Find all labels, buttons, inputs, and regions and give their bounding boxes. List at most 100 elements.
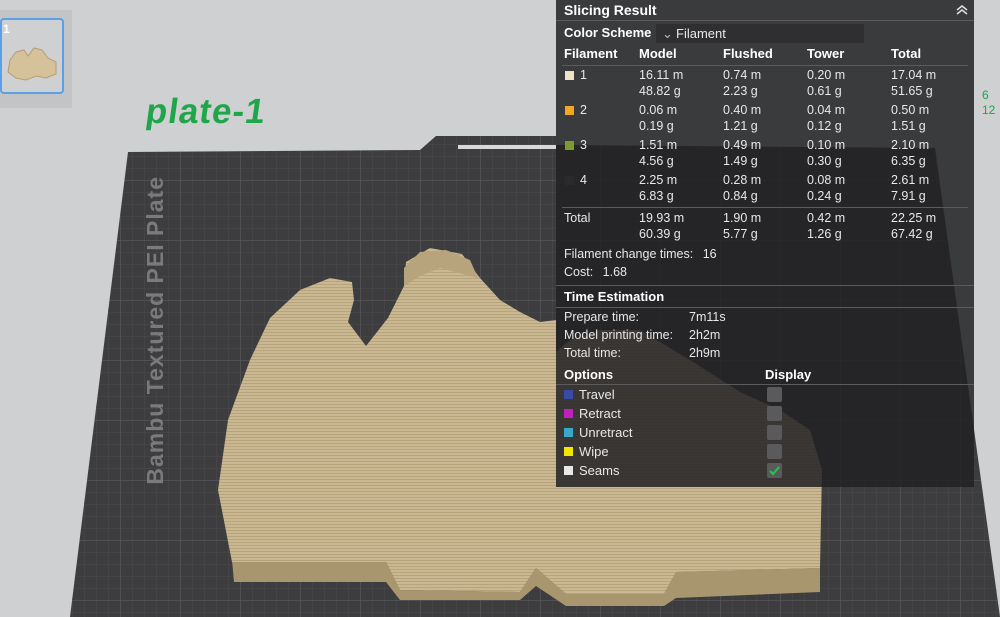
edge-number: 12 [982, 103, 996, 117]
time-label: Prepare time: [564, 310, 640, 324]
model-weight: 60.39 g [639, 227, 681, 241]
filament-1-swatch [565, 71, 574, 80]
color-scheme-label: Color Scheme [564, 25, 652, 40]
model-length: 16.11 m [639, 68, 684, 82]
option-retract: Retract [564, 406, 621, 421]
time-value: 7m11s [689, 310, 726, 324]
header-tower: Tower [807, 46, 845, 61]
option-label: Travel [579, 387, 615, 402]
flushed-length: 0.49 m [723, 138, 762, 152]
total-row-label: Total [564, 211, 591, 225]
time-row: Prepare time: [564, 310, 639, 324]
tower-weight: 0.61 g [807, 84, 842, 98]
flushed-length: 0.28 m [723, 173, 762, 187]
retract-display-checkbox[interactable] [767, 406, 782, 421]
retract-color-swatch [564, 409, 573, 418]
model-length: 19.93 m [639, 211, 685, 225]
flushed-weight: 0.84 g [723, 189, 758, 203]
header-flushed: Flushed [723, 46, 773, 61]
flushed-weight: 2.23 g [723, 84, 758, 98]
total-length: 2.10 m [891, 138, 930, 152]
option-label: Wipe [579, 444, 609, 459]
filament-4-swatch [565, 176, 574, 185]
time-row: Model printing time: [564, 328, 673, 342]
total-length: 22.25 m [891, 211, 937, 225]
chevron-down-icon: ⌄ [662, 26, 673, 41]
tower-length: 0.42 m [807, 211, 846, 225]
flushed-weight: 1.21 g [723, 119, 758, 133]
cost-label: Cost: [564, 265, 594, 279]
option-seams: Seams [564, 463, 619, 478]
total-weight: 1.51 g [891, 119, 926, 133]
unretract-display-checkbox[interactable] [767, 425, 782, 440]
model-length: 1.51 m [639, 138, 678, 152]
total-weight: 67.42 g [891, 227, 933, 241]
filament-3-swatch [565, 141, 574, 150]
seams-display-checkbox[interactable] [767, 463, 782, 478]
slicing-result-panel: Slicing Result Color Scheme ⌄ Filament Fi… [556, 0, 974, 487]
divider [562, 65, 968, 66]
filament-change-info: Filament change times: 16 [564, 247, 717, 261]
model-weight: 0.19 g [639, 119, 674, 133]
option-label: Unretract [579, 425, 633, 440]
tower-length: 0.20 m [807, 68, 846, 82]
flushed-weight: 1.49 g [723, 154, 758, 168]
flushed-length: 1.90 m [723, 211, 762, 225]
option-wipe: Wipe [564, 444, 609, 459]
time-value: 2h9m [689, 346, 721, 360]
option-travel: Travel [564, 387, 615, 402]
divider [556, 20, 974, 21]
color-scheme-select[interactable]: ⌄ Filament [656, 24, 864, 43]
wipe-display-checkbox[interactable] [767, 444, 782, 459]
filament-id: 4 [580, 173, 587, 187]
header-filament: Filament [564, 46, 618, 61]
model-weight: 48.82 g [639, 84, 681, 98]
plate-thumbnail-strip: 1 [0, 10, 72, 108]
panel-title: Slicing Result [564, 2, 657, 18]
filament-id: 1 [580, 68, 587, 82]
time-label: Total time: [564, 346, 621, 360]
plate-name: plate-1 [143, 92, 269, 131]
total-weight: 51.65 g [891, 84, 933, 98]
unretract-color-swatch [564, 428, 573, 437]
filament-id: 3 [580, 138, 587, 152]
total-length: 0.50 m [891, 103, 930, 117]
color-scheme-value: Filament [676, 26, 726, 41]
plate-slot [458, 145, 556, 149]
time-label: Model printing time: [564, 328, 674, 342]
collapse-icon[interactable] [954, 2, 970, 18]
time-estimation-title: Time Estimation [564, 289, 665, 304]
travel-display-checkbox[interactable] [767, 387, 782, 402]
model-weight: 6.83 g [639, 189, 674, 203]
divider [556, 384, 974, 385]
cost-info: Cost: 1.68 [564, 265, 627, 279]
flushed-length: 0.74 m [723, 68, 762, 82]
header-model: Model [639, 46, 677, 61]
tower-length: 0.08 m [807, 173, 846, 187]
checkmark-icon [769, 466, 780, 476]
flushed-length: 0.40 m [723, 103, 762, 117]
tower-length: 0.04 m [807, 103, 846, 117]
filament-change-value: 16 [702, 247, 717, 261]
model-length: 2.25 m [639, 173, 678, 187]
tower-length: 0.10 m [807, 138, 846, 152]
option-label: Retract [579, 406, 621, 421]
filament-change-label: Filament change times: [564, 247, 694, 261]
divider [556, 307, 974, 308]
options-label: Options [564, 367, 614, 382]
plate-thumbnail[interactable]: 1 [0, 18, 64, 94]
divider [562, 207, 968, 208]
total-length: 17.04 m [891, 68, 937, 82]
total-weight: 6.35 g [891, 154, 926, 168]
filament-2-swatch [565, 106, 574, 115]
total-length: 2.61 m [891, 173, 930, 187]
total-weight: 7.91 g [891, 189, 926, 203]
tower-weight: 0.30 g [807, 154, 842, 168]
time-row: Total time: [564, 346, 621, 360]
edge-numbers: 6 12 [982, 88, 995, 118]
edge-number: 6 [982, 88, 989, 102]
flushed-weight: 5.77 g [723, 227, 758, 241]
filament-id: 2 [580, 103, 587, 117]
option-label: Seams [579, 463, 620, 478]
display-label: Display [765, 367, 812, 382]
